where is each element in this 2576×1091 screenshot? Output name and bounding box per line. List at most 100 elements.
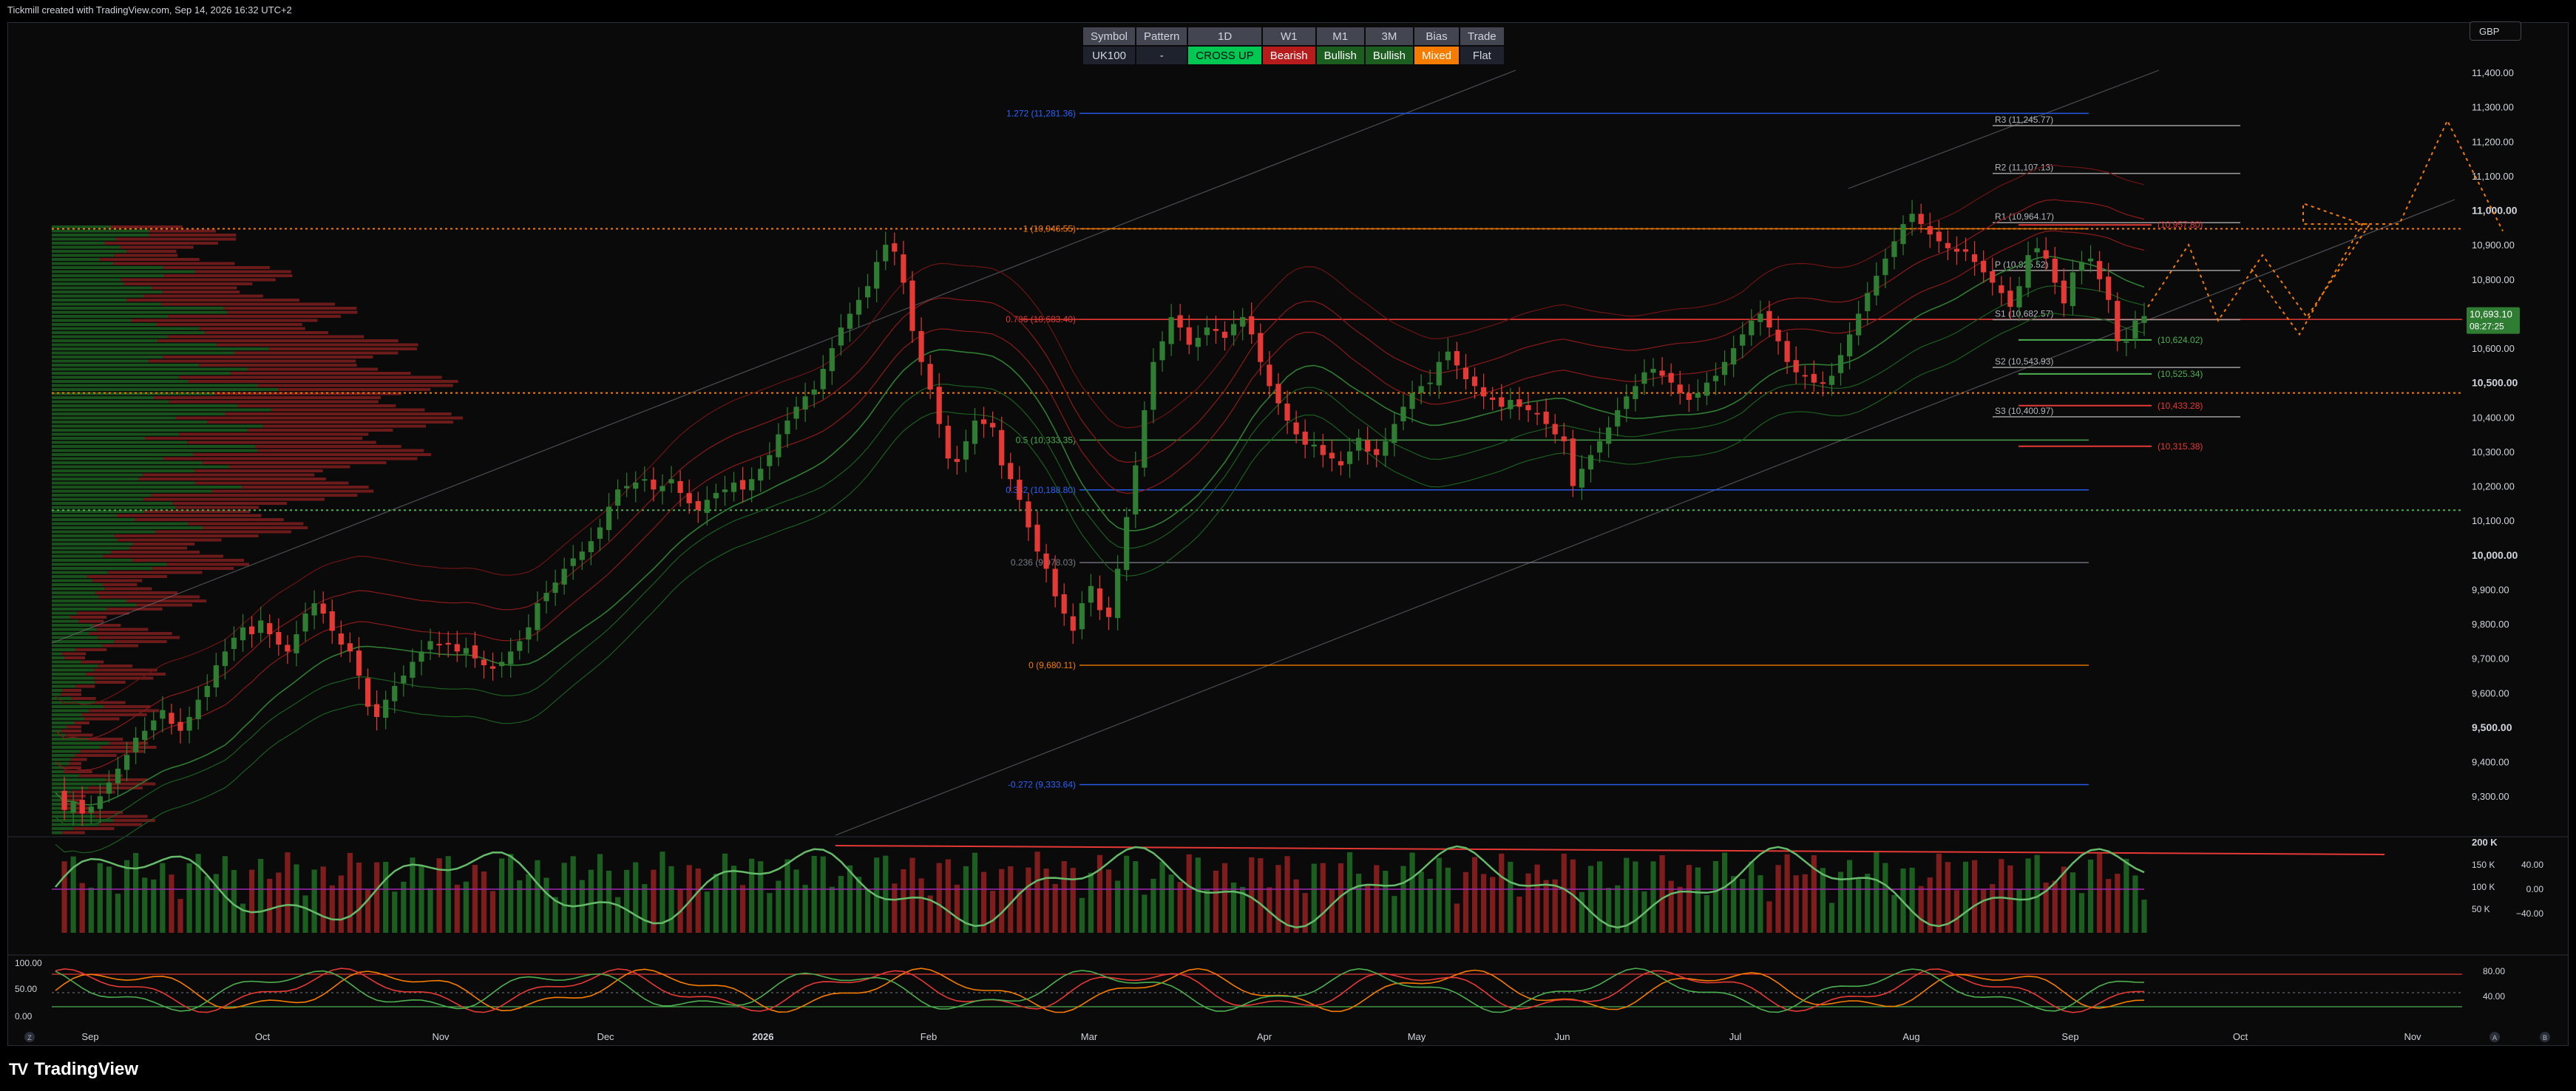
candle-body	[1070, 616, 1076, 631]
signal-header-cell: 1D	[1188, 27, 1261, 45]
volume-bar	[1740, 879, 1746, 933]
candle-body	[2034, 248, 2040, 253]
volume-tick-label: 200 K	[2472, 837, 2498, 848]
volume-profile-bar-down	[99, 823, 142, 826]
volume-bar	[1454, 903, 1460, 933]
candle-body	[1579, 469, 1585, 488]
volume-bar	[1436, 857, 1442, 933]
volume-profile-bar-down	[114, 534, 259, 537]
volume-bar	[526, 874, 532, 933]
volume-bar	[329, 885, 335, 933]
volume-profile-bar-up	[52, 412, 226, 415]
candle-body	[401, 676, 407, 684]
volume-profile-bar-up	[52, 538, 118, 542]
volume-profile-bar-down	[120, 245, 194, 249]
candle-body	[1712, 375, 1719, 381]
tradingview-brand[interactable]: TV TradingView	[9, 1059, 138, 1080]
candle-body	[784, 420, 790, 435]
volume-profile-bar-down	[152, 567, 234, 570]
volume-bar	[248, 869, 255, 933]
candle-body	[1999, 285, 2004, 293]
candle-body	[1990, 271, 1996, 283]
signal-header-cell: M1	[1316, 27, 1364, 45]
candle-body	[936, 387, 942, 424]
volume-profile-bar-up	[52, 392, 215, 395]
volume-bar	[624, 869, 630, 933]
volume-profile-bar-up	[52, 673, 87, 676]
volume-profile-bar-down	[131, 319, 318, 322]
signal-table-value-row: UK100 - CROSS UP Bearish Bullish Bullish…	[1083, 47, 1504, 64]
volume-bar	[418, 865, 424, 933]
volume-profile-bar-down	[163, 356, 373, 358]
volume-profile-bar-down	[179, 432, 369, 436]
signal-value-cell: Mixed	[1414, 47, 1460, 64]
volume-profile-bar-down	[129, 546, 188, 550]
volume-profile-bar-up	[52, 741, 109, 745]
volume-bar	[1784, 854, 1790, 933]
candle-body	[802, 396, 808, 410]
volume-bar	[294, 864, 299, 933]
candle-body	[2025, 255, 2031, 288]
volume-profile-bar-up	[52, 717, 85, 721]
volume-bar	[1828, 903, 1835, 933]
fib-level-label: 0.786 (10,683.40)	[1006, 314, 1076, 324]
band-line	[55, 285, 2145, 826]
volume-bar	[1392, 896, 1397, 933]
volume-bar	[1990, 884, 1996, 933]
candle-body	[588, 541, 594, 553]
volume-bar	[1856, 879, 1862, 933]
volume-bar	[1462, 871, 1469, 933]
volume-bar	[2016, 889, 2022, 933]
volume-profile-bar-down	[143, 294, 263, 298]
chart-canvas[interactable]: 11,400.00 11,300.00 11,200.00 11,100.00 11,0…	[0, 0, 2576, 1046]
volume-profile-bar-down	[71, 697, 96, 700]
volume-profile-bar-down	[143, 497, 325, 501]
volume-profile-bar-down	[95, 681, 126, 684]
volume-bar	[642, 884, 648, 933]
volume-profile-bar-up	[52, 421, 208, 424]
candle-body	[1329, 452, 1335, 459]
volume-axis: 200 K 150 K 100 K 50 K 40.00 0.00 −40.00	[2472, 837, 2543, 919]
candle-body	[1633, 386, 1638, 399]
candle-body	[1650, 369, 1656, 373]
volume-profile-bar-up	[52, 445, 256, 448]
projection-path-2	[2251, 118, 2504, 336]
candle-body	[142, 730, 148, 741]
candle-body	[427, 641, 433, 650]
candle-body	[686, 493, 692, 503]
volume-profile-bar-up	[52, 299, 127, 302]
price-tick-label: 10,100.00	[2472, 515, 2515, 526]
volume-profile-bar-down	[61, 693, 81, 696]
volume-bar	[1088, 872, 1094, 933]
volume-bar	[1490, 877, 1496, 933]
volume-profile-bar-down	[199, 327, 305, 330]
volume-bar	[347, 852, 353, 933]
volume-bar	[1882, 863, 1888, 933]
volume-bar	[276, 872, 282, 933]
candle-body	[1784, 341, 1790, 362]
volume-bar	[1793, 875, 1799, 933]
currency-selector[interactable]: GBP	[2470, 21, 2521, 41]
volume-bar	[1150, 878, 1156, 933]
candle-body	[186, 716, 192, 731]
candle-body	[1525, 405, 1531, 410]
volume-bar	[2061, 866, 2067, 933]
volume-bar	[489, 891, 496, 933]
volume-profile-bar-up	[52, 778, 106, 781]
volume-profile-bar-up	[52, 429, 248, 432]
volume-profile-bar-up	[52, 262, 114, 265]
candle-body	[1758, 313, 1763, 322]
candle-body	[213, 665, 219, 687]
candle-body	[1481, 387, 1487, 397]
candle-body	[2061, 280, 2067, 304]
candle-body	[1596, 441, 1603, 453]
volume-bar	[2034, 854, 2040, 933]
volume-bar	[1516, 897, 1522, 933]
candle-body	[927, 364, 933, 390]
volume-profile-bar-down	[166, 563, 250, 566]
volume-profile-bar-down	[157, 339, 399, 342]
candle-body	[1570, 438, 1576, 486]
candle-body	[1346, 451, 1353, 464]
volume-bar	[285, 852, 291, 933]
volume-bar	[722, 853, 728, 933]
